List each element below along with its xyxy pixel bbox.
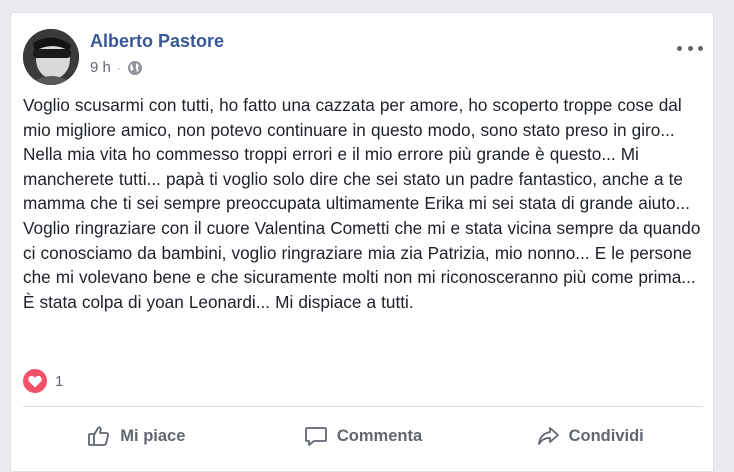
- share-label: Condividi: [568, 426, 644, 445]
- meta-separator: ·: [116, 60, 121, 75]
- like-label: Mi piace: [120, 426, 186, 445]
- love-reaction-icon: [23, 369, 47, 393]
- comment-icon: [304, 427, 327, 446]
- reaction-count: 1: [55, 372, 64, 390]
- like-button[interactable]: Mi piace: [23, 409, 250, 463]
- comment-button[interactable]: Commenta: [250, 409, 477, 463]
- comment-label: Commenta: [336, 426, 423, 445]
- avatar-photo: [23, 29, 79, 85]
- avatar[interactable]: [23, 29, 79, 85]
- post-meta: 9 h ·: [90, 59, 143, 76]
- globe-icon[interactable]: [127, 60, 143, 76]
- reactions-summary[interactable]: 1: [23, 369, 63, 393]
- thumbs-up-icon: [88, 426, 110, 446]
- post-card: Alberto Pastore 9 h · Voglio scusarmi co…: [10, 12, 714, 472]
- actions-divider: [23, 406, 703, 407]
- post-header: Alberto Pastore 9 h ·: [23, 26, 703, 85]
- share-icon: [537, 427, 559, 445]
- timestamp[interactable]: 9 h: [90, 59, 111, 76]
- author-name[interactable]: Alberto Pastore: [90, 31, 224, 52]
- action-bar: Mi piace Commenta Condividi: [23, 409, 703, 463]
- more-options-icon[interactable]: [677, 40, 703, 56]
- post-message: Voglio scusarmi con tutti, ho fatto una …: [23, 95, 701, 312]
- share-button[interactable]: Condividi: [476, 409, 703, 463]
